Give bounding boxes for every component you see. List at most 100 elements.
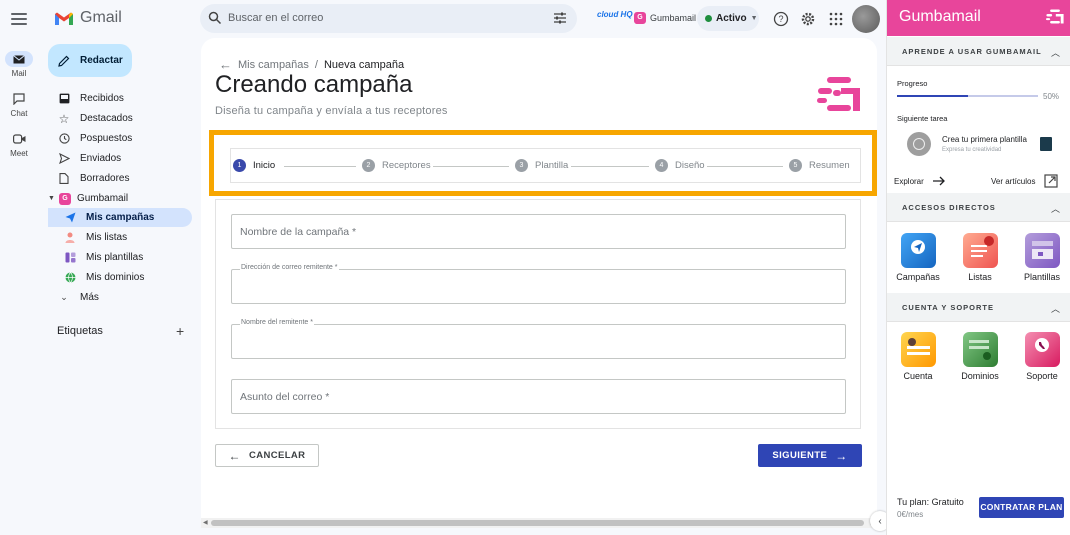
shortcut-label: Campañas bbox=[896, 272, 940, 282]
arrow-right-icon[interactable] bbox=[932, 174, 946, 188]
breadcrumb-parent[interactable]: Mis campañas bbox=[238, 59, 309, 71]
learn-section-header[interactable]: APRENDE A USAR GUMBAMAIL ︿ bbox=[887, 37, 1070, 66]
labels-heading: Etiquetas bbox=[57, 325, 103, 337]
add-label-icon[interactable]: + bbox=[176, 323, 184, 339]
compose-button[interactable]: Redactar bbox=[48, 44, 132, 77]
search-icon[interactable] bbox=[208, 11, 222, 25]
rail-chat-label: Chat bbox=[10, 109, 28, 118]
mail-icon bbox=[13, 54, 25, 63]
support-account[interactable]: Cuenta bbox=[888, 332, 948, 381]
step-receptores[interactable]: 2 Receptores bbox=[362, 159, 431, 172]
nav-snoozed[interactable]: Pospuestos bbox=[48, 129, 192, 148]
explore-link[interactable]: Explorar bbox=[894, 177, 924, 186]
campaigns-icon bbox=[900, 233, 936, 268]
nav-domains[interactable]: Mis dominios bbox=[48, 268, 192, 287]
shortcut-templates[interactable]: Plantillas bbox=[1012, 233, 1070, 282]
nav-starred[interactable]: ☆ Destacados bbox=[48, 109, 192, 128]
page-subtitle: Diseña tu campaña y envíala a tus recept… bbox=[215, 105, 448, 117]
horizontal-scrollbar[interactable]: ◀ ▶ bbox=[201, 518, 877, 528]
template-doc-icon[interactable] bbox=[1040, 137, 1052, 151]
next-label: SIGUIENTE bbox=[772, 450, 828, 461]
step-resumen[interactable]: 5 Resumen bbox=[789, 159, 850, 172]
support-label: Soporte bbox=[1026, 371, 1058, 381]
nav-campaigns[interactable]: Mis campañas bbox=[48, 208, 192, 227]
support-help[interactable]: Soporte bbox=[1012, 332, 1070, 381]
nav-gumbamail[interactable]: ▼ G Gumbamail bbox=[48, 189, 192, 208]
nav-domains-label: Mis dominios bbox=[86, 272, 145, 283]
step-label: Receptores bbox=[382, 160, 431, 171]
support-section-header[interactable]: CUENTA Y SOPORTE ︿ bbox=[887, 293, 1070, 322]
next-button[interactable]: SIGUIENTE → bbox=[758, 444, 862, 467]
step-inicio[interactable]: 1 Inicio bbox=[233, 159, 275, 172]
scroll-left-icon[interactable]: ◀ bbox=[203, 519, 208, 526]
rail-chat[interactable]: Chat bbox=[4, 91, 34, 118]
cancel-button[interactable]: ← CANCELAR bbox=[215, 444, 319, 467]
arrow-right-icon: → bbox=[835, 448, 848, 463]
status-label: Activo bbox=[716, 13, 747, 24]
svg-text:?: ? bbox=[778, 14, 783, 24]
settings-gear-icon[interactable] bbox=[800, 11, 816, 27]
help-icon[interactable]: ? bbox=[773, 11, 789, 27]
person-icon bbox=[64, 232, 76, 244]
cancel-label: CANCELAR bbox=[248, 450, 306, 461]
account-avatar[interactable] bbox=[852, 5, 880, 33]
nav-inbox[interactable]: Recibidos bbox=[48, 89, 192, 108]
main-menu-button[interactable] bbox=[10, 10, 28, 28]
gumbamail-top-button[interactable]: G Gumbamail bbox=[634, 12, 696, 24]
send-icon bbox=[58, 153, 70, 165]
nav-lists[interactable]: Mis listas bbox=[48, 228, 192, 247]
status-selector[interactable]: Activo ▼ bbox=[697, 6, 759, 31]
nav-templates[interactable]: Mis plantillas bbox=[48, 248, 192, 267]
chevron-down-icon: ⌄ bbox=[60, 292, 68, 302]
step-progress: 1 Inicio 2 Receptores 3 Plantilla 4 Dise… bbox=[230, 148, 861, 183]
task-subtitle: Expresa tu creatividad bbox=[942, 147, 1002, 153]
gmail-logo[interactable]: Gmail bbox=[54, 9, 122, 27]
nav-lists-label: Mis listas bbox=[86, 232, 128, 243]
support-label: Cuenta bbox=[903, 371, 933, 381]
sender-name-field[interactable]: Nombre del remitente * bbox=[231, 319, 846, 359]
support-section-title: CUENTA Y SOPORTE bbox=[902, 303, 994, 312]
task-title[interactable]: Crea tu primera plantilla bbox=[942, 135, 1027, 144]
nav-sent[interactable]: Enviados bbox=[48, 149, 192, 168]
subject-field[interactable]: Asunto del correo * bbox=[231, 379, 846, 414]
step-number: 4 bbox=[655, 159, 668, 172]
nav-drafts-label: Borradores bbox=[80, 173, 130, 184]
step-connector bbox=[433, 166, 509, 167]
paper-plane-icon bbox=[64, 212, 76, 224]
shortcut-lists[interactable]: Listas bbox=[950, 233, 1010, 282]
step-label: Inicio bbox=[253, 160, 276, 171]
rail-meet[interactable]: Meet bbox=[4, 131, 34, 158]
rail-mail[interactable]: Mail bbox=[4, 51, 34, 78]
cloudhq-button[interactable]: cloud HQ bbox=[597, 11, 633, 19]
step-diseno[interactable]: 4 Diseño bbox=[655, 159, 705, 172]
articles-link[interactable]: Ver artículos bbox=[991, 177, 1035, 186]
open-external-icon[interactable] bbox=[1044, 174, 1058, 188]
support-domains[interactable]: Dominios bbox=[950, 332, 1010, 381]
upgrade-plan-button[interactable]: CONTRATAR PLAN bbox=[979, 497, 1064, 518]
search-bar[interactable]: Buscar en el correo bbox=[200, 4, 577, 33]
search-input[interactable]: Buscar en el correo bbox=[228, 12, 323, 24]
shortcut-label: Plantillas bbox=[1023, 272, 1061, 282]
step-number: 3 bbox=[515, 159, 528, 172]
shortcut-campaigns[interactable]: Campañas bbox=[888, 233, 948, 282]
caret-down-icon[interactable]: ▼ bbox=[48, 195, 55, 202]
step-number: 2 bbox=[362, 159, 375, 172]
nav-drafts[interactable]: Borradores bbox=[48, 169, 192, 188]
breadcrumb: ← Mis campañas / Nueva campaña bbox=[219, 57, 404, 72]
shortcuts-section-header[interactable]: ACCESOS DIRECTOS ︿ bbox=[887, 193, 1070, 222]
gmail-m-icon bbox=[55, 12, 73, 25]
back-arrow-icon[interactable]: ← bbox=[219, 57, 232, 72]
scrollbar-thumb[interactable] bbox=[211, 520, 864, 526]
nav-more[interactable]: ⌄ Más bbox=[48, 288, 192, 307]
plan-price: 0€/mes bbox=[897, 510, 924, 519]
sender-email-field[interactable]: Dirección de correo remitente * bbox=[231, 264, 846, 304]
campaign-name-field[interactable]: Nombre de la campaña * bbox=[231, 214, 846, 249]
progress-bar-fill bbox=[897, 95, 968, 97]
step-plantilla[interactable]: 3 Plantilla bbox=[515, 159, 568, 172]
support-label: Dominios bbox=[961, 371, 999, 381]
breadcrumb-current: Nueva campaña bbox=[323, 58, 405, 71]
apps-grid-icon[interactable] bbox=[828, 11, 844, 27]
step-connector bbox=[284, 166, 356, 167]
sender-name-label: Nombre del remitente * bbox=[240, 319, 314, 326]
search-options-icon[interactable] bbox=[553, 11, 567, 25]
